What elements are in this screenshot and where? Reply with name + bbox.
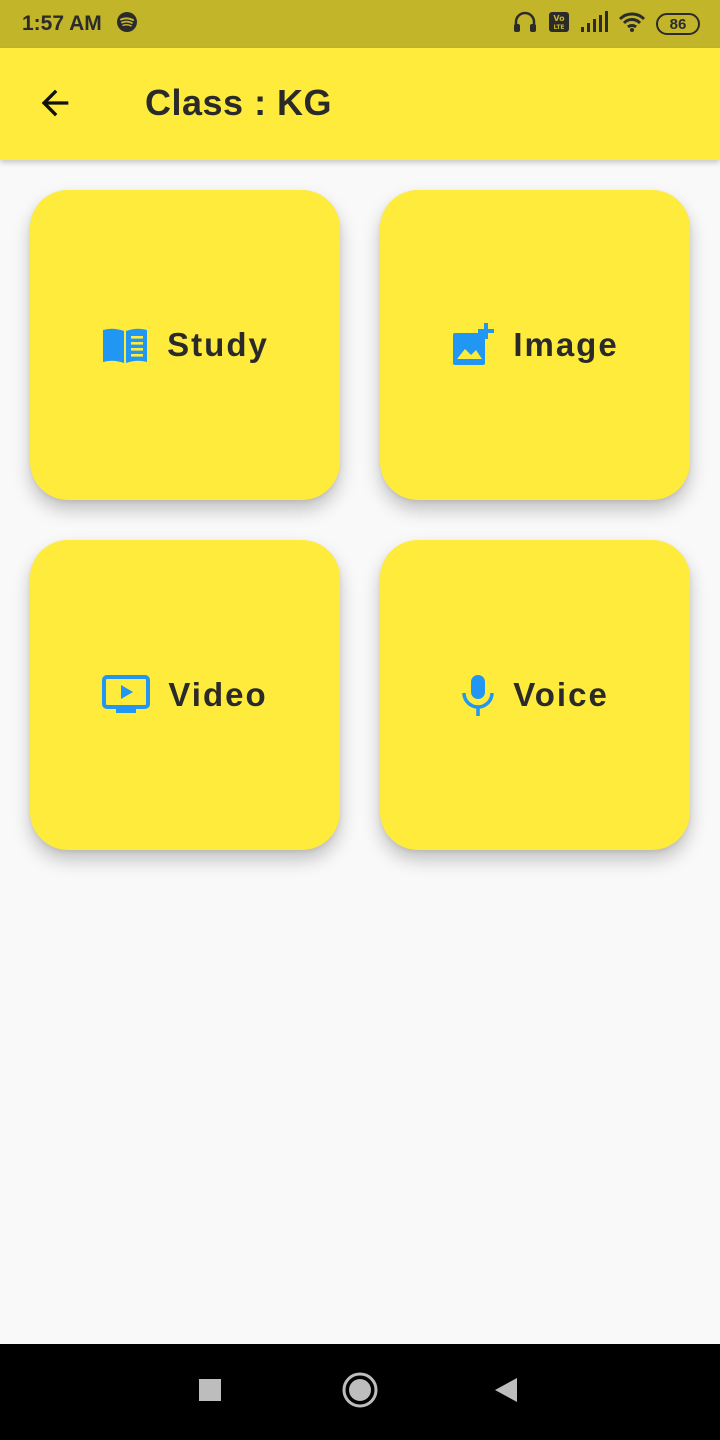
volte-icon: Vo LTE [548,11,570,38]
book-icon [101,325,149,365]
svg-text:Vo: Vo [553,14,565,23]
image-label: Image [513,326,619,363]
image-card[interactable]: Image [380,190,690,500]
video-card[interactable]: Video [30,540,340,850]
status-right: Vo LTE 86 [512,10,700,39]
status-time: 1:57 AM [22,12,102,35]
svg-text:LTE: LTE [553,24,564,31]
spotify-icon [116,11,138,38]
voice-card[interactable]: Voice [380,540,690,850]
recents-button[interactable] [186,1368,234,1416]
home-circle-icon [341,1371,379,1414]
status-left: 1:57 AM [22,11,138,38]
study-card[interactable]: Study [30,190,340,500]
home-button[interactable] [336,1368,384,1416]
voice-label: Voice [513,676,609,713]
mic-icon [461,673,495,717]
wifi-icon [618,11,646,38]
battery-icon: 86 [656,13,700,35]
video-label: Video [168,676,268,713]
headset-icon [512,10,538,39]
page-title: Class : KG [145,82,333,123]
back-triangle-icon [493,1376,519,1409]
status-bar: 1:57 AM Vo LTE 86 [0,0,720,48]
ondemand-video-icon [102,675,151,715]
back-nav-button[interactable] [482,1368,530,1416]
back-button[interactable] [30,80,80,130]
arrow-back-icon [35,83,75,128]
nav-bar [0,1344,720,1440]
add-photo-icon [451,323,495,367]
signal-icon [580,10,608,38]
recents-square-icon [198,1378,222,1407]
study-label: Study [167,326,269,363]
app-bar: Class : KG [0,48,720,160]
